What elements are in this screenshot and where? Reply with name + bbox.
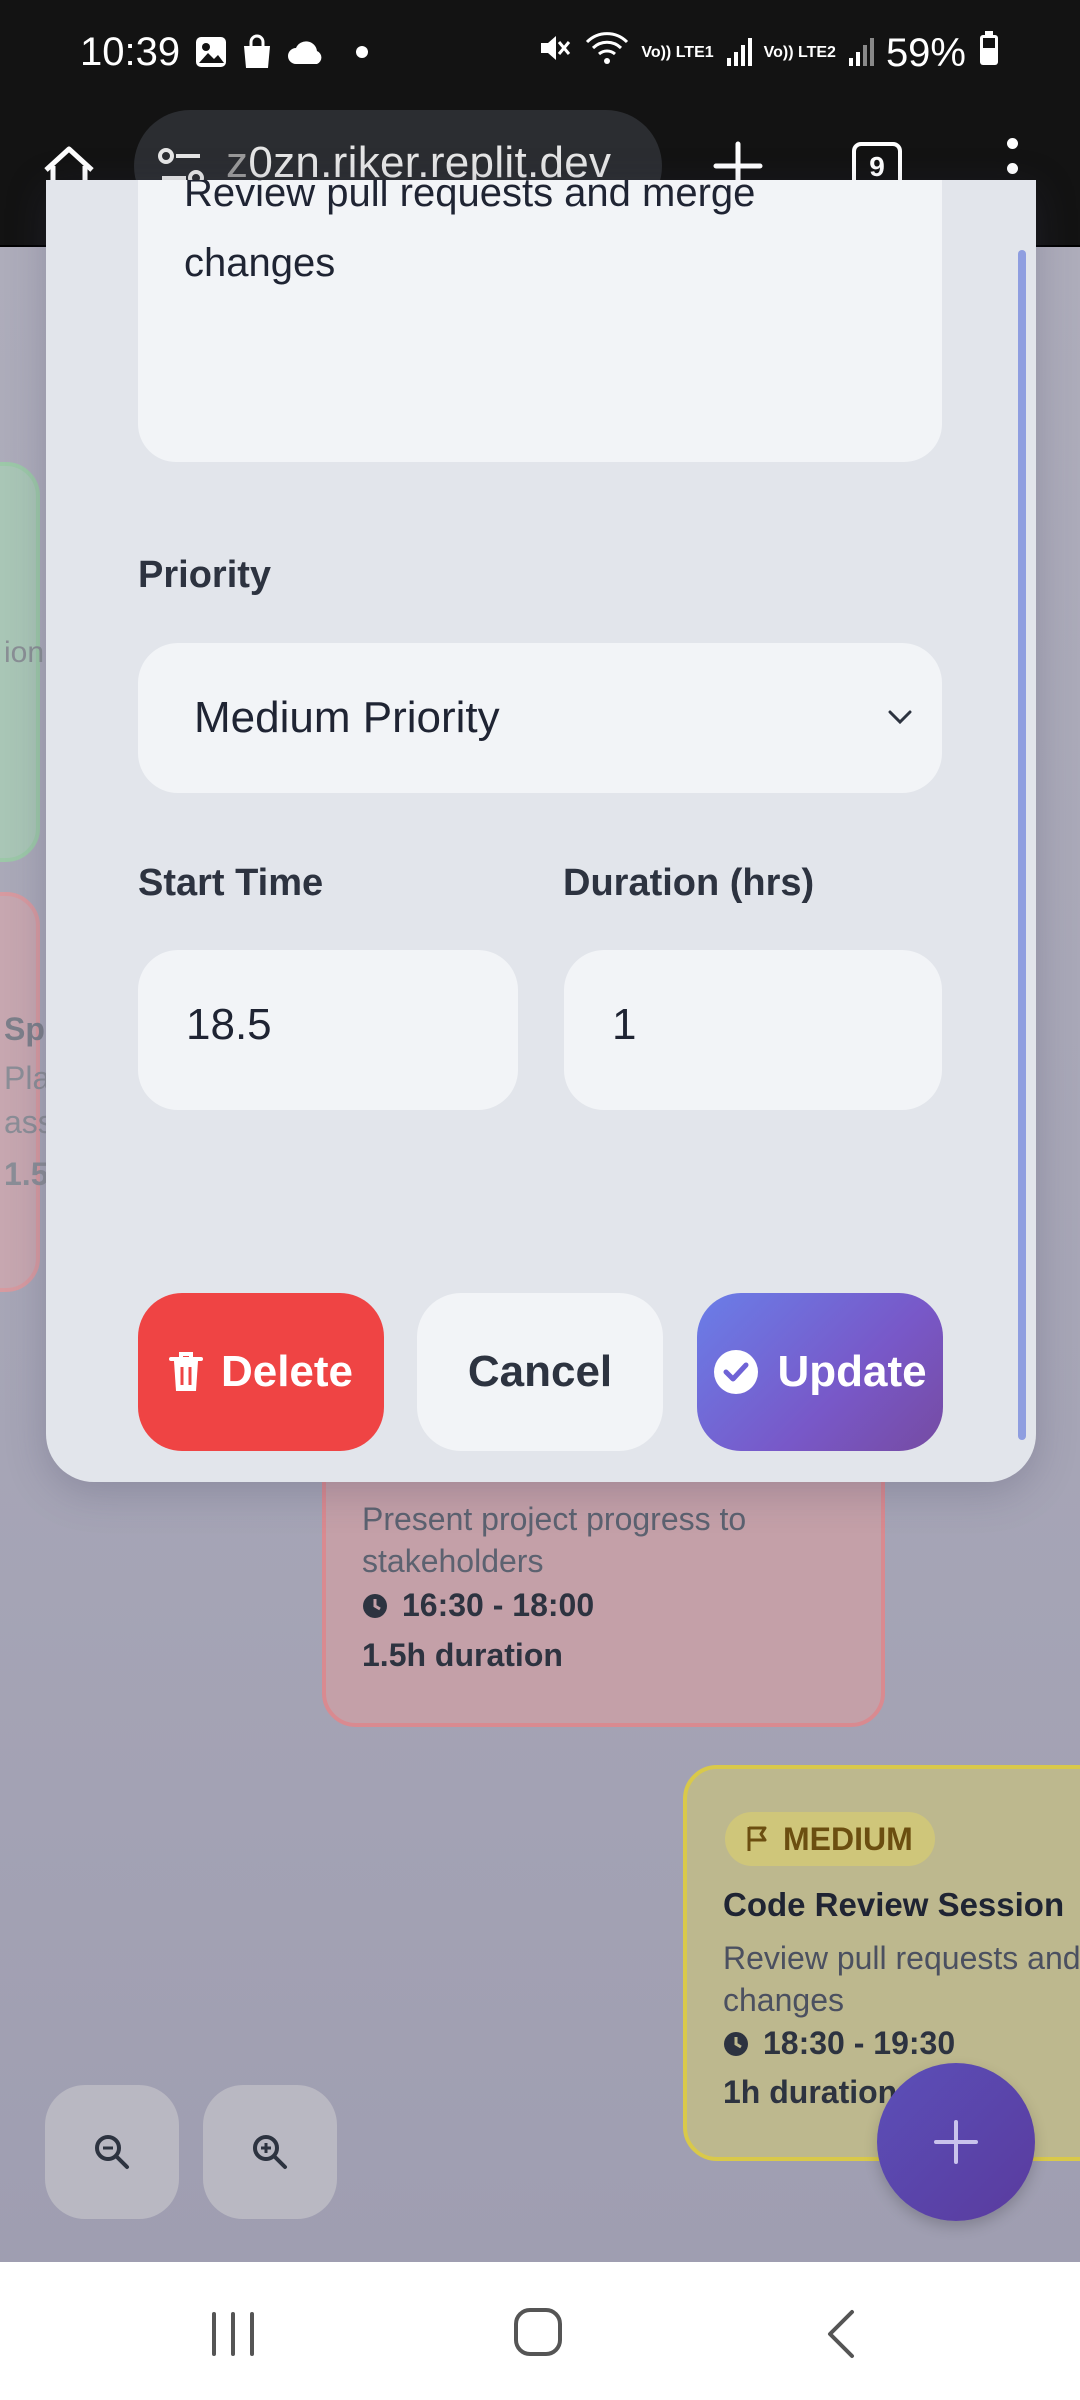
- priority-select-value: Medium Priority: [194, 693, 500, 742]
- zoom-in-button[interactable]: [203, 2085, 337, 2219]
- duration-value: 1: [612, 1000, 637, 1049]
- task-card-description: Present project progress to stakeholders: [362, 1501, 747, 1579]
- battery-icon: [978, 30, 1000, 76]
- back-chevron-icon: [828, 2310, 854, 2358]
- shopping-bag-icon: [240, 34, 274, 70]
- task-card-time: 16:30 - 18:00: [362, 1587, 594, 1624]
- back-button[interactable]: [822, 2308, 858, 2360]
- home-square-icon: [514, 2308, 562, 2356]
- sim2-label: Vo)) LTE2: [763, 44, 836, 61]
- menu-dot-icon: [1006, 138, 1018, 149]
- task-card[interactable]: ion: [0, 462, 44, 862]
- cloud-icon: [286, 38, 326, 66]
- duration-label: Duration (hrs): [563, 862, 815, 904]
- chevron-down-icon: [888, 710, 912, 725]
- flag-icon: [747, 1826, 767, 1851]
- task-card-duration: 1.5h duration: [362, 1637, 563, 1673]
- cancel-button[interactable]: Cancel: [417, 1293, 663, 1451]
- task-card-title: Code Review Session: [723, 1886, 1065, 1923]
- recents-icon: [212, 2312, 254, 2356]
- home-button[interactable]: [512, 2306, 564, 2358]
- duration-input[interactable]: 1: [564, 950, 942, 1110]
- task-card[interactable]: Spr Pla ass 1.5: [0, 892, 57, 1292]
- modal-scrollbar[interactable]: [1018, 250, 1026, 1440]
- wifi-icon: [585, 30, 629, 76]
- priority-label: Priority: [138, 554, 272, 596]
- status-bar: 10:39 Vo)) LTE1 Vo)) LTE2 59%: [0, 0, 1080, 110]
- add-task-button[interactable]: [877, 2063, 1035, 2221]
- check-circle-icon: [714, 1350, 759, 1394]
- gallery-icon: [194, 35, 228, 69]
- status-right-icons: Vo)) LTE1 Vo)) LTE2 59%: [537, 30, 1000, 76]
- notification-dot-icon: [356, 46, 368, 58]
- task-card[interactable]: Present project progress to stakeholders…: [322, 1447, 885, 1727]
- status-time: 10:39: [80, 30, 181, 74]
- start-time-value: 18.5: [186, 1000, 272, 1049]
- edit-task-modal: Review pull requests and merge changes P…: [46, 180, 1036, 1482]
- delete-button[interactable]: Delete: [138, 1293, 384, 1451]
- start-time-label: Start Time: [138, 862, 324, 904]
- battery-percent: 59%: [885, 30, 966, 75]
- task-card-description: Review pull requests and changes: [723, 1940, 1080, 2018]
- zoom-out-button[interactable]: [45, 2085, 179, 2219]
- system-nav-bar: [0, 2262, 1080, 2400]
- start-time-input[interactable]: 18.5: [138, 950, 518, 1110]
- mute-icon: [537, 30, 573, 76]
- task-card-fragment: ion: [4, 636, 45, 669]
- clock-icon: [363, 1593, 387, 1618]
- signal-icon: [726, 31, 752, 76]
- recents-button[interactable]: [208, 2312, 258, 2356]
- update-button[interactable]: Update: [697, 1293, 943, 1451]
- task-card-duration: 1h duration: [723, 2074, 898, 2110]
- signal-icon: [848, 31, 874, 76]
- trash-icon: [168, 1352, 203, 1391]
- description-value: Review pull requests and merge changes: [184, 180, 756, 285]
- clock-icon: [724, 2031, 748, 2056]
- task-card-duration: 1.5: [4, 1156, 49, 1192]
- priority-select[interactable]: Medium Priority: [138, 643, 942, 793]
- sim1-label: Vo)) LTE1: [641, 44, 714, 61]
- zoom-in-icon: [253, 2135, 287, 2169]
- task-card-time: 18:30 - 19:30: [723, 2025, 955, 2062]
- plus-icon: [934, 2120, 978, 2164]
- status-notification-icons: [194, 34, 368, 70]
- priority-badge: MEDIUM: [725, 1812, 935, 1866]
- zoom-out-icon: [95, 2135, 129, 2169]
- menu-dot-icon: [1006, 162, 1018, 174]
- description-textarea[interactable]: Review pull requests and merge changes: [138, 180, 942, 462]
